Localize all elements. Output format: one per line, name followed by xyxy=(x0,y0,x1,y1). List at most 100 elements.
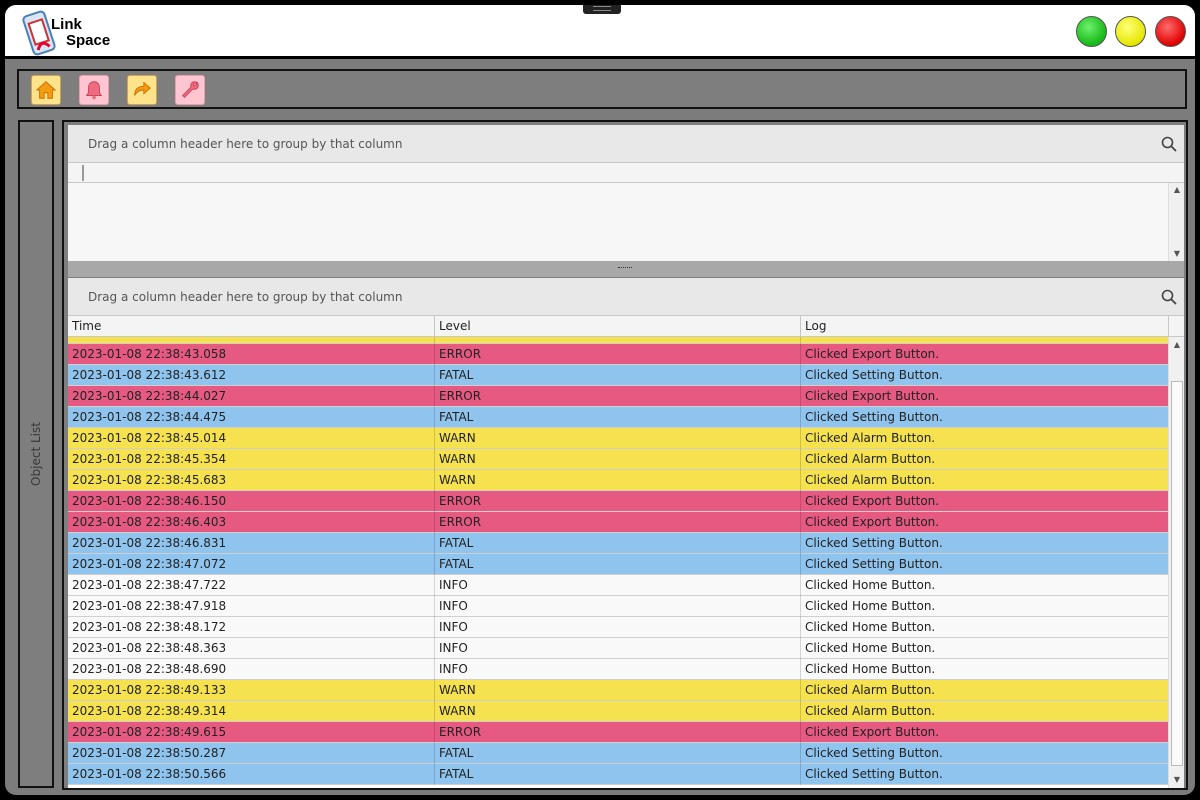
minimize-button[interactable] xyxy=(1076,16,1107,47)
column-header-time[interactable]: Time xyxy=(68,316,435,337)
cell-time: 2023-01-08 22:38:49.615 xyxy=(68,722,435,743)
table-row[interactable]: 2023-01-08 22:38:48.690 INFO Clicked Home … xyxy=(68,659,1168,680)
table-row[interactable]: 2023-01-08 22:38:47.072 FATAL Clicked Sett… xyxy=(68,554,1168,575)
cell-level: FATAL xyxy=(435,365,801,386)
log-rows: 2023-01-08 22:38:42.880WARNClicked Alarm… xyxy=(68,337,1168,785)
table-row[interactable]: 2023-01-08 22:38:44.475 FATAL Clicked Sett… xyxy=(68,407,1168,428)
search-icon[interactable] xyxy=(1160,288,1178,306)
cell-level: WARN xyxy=(435,449,801,470)
panel-splitter[interactable] xyxy=(68,261,1184,277)
cell-time: 2023-01-08 22:38:43.058 xyxy=(68,344,435,365)
cell-log: Clicked Alarm Button. xyxy=(805,452,936,466)
table-row[interactable]: 2023-01-08 22:38:42.880WARNClicked Alarm… xyxy=(68,337,1168,344)
export-button[interactable] xyxy=(127,75,157,105)
cell-level: WARN xyxy=(435,680,801,701)
log-table-scrollbar[interactable]: ▲ ▼ xyxy=(1168,337,1184,788)
close-button[interactable] xyxy=(1155,16,1186,47)
scroll-thumb[interactable] xyxy=(1171,381,1183,766)
cell-log: Clicked Home Button. xyxy=(805,662,936,676)
cell-log: Clicked Setting Button. xyxy=(805,557,943,571)
app-logo: Link Space xyxy=(19,9,129,57)
cell-time: 2023-01-08 22:38:47.722 xyxy=(68,575,435,596)
scroll-down-icon[interactable]: ▼ xyxy=(1172,249,1182,259)
cell-log: Clicked Setting Button. xyxy=(805,368,943,382)
cell-level: ERROR xyxy=(435,386,801,407)
object-list-label: Object List xyxy=(29,422,43,486)
cell-time: 2023-01-08 22:38:42.880 xyxy=(68,337,435,344)
home-button[interactable] xyxy=(31,75,61,105)
table-row[interactable]: 2023-01-08 22:38:47.918 INFO Clicked Home … xyxy=(68,596,1168,617)
group-hint: Drag a column header here to group by th… xyxy=(88,137,403,151)
top-grid-scrollbar[interactable]: ▲ ▼ xyxy=(1168,183,1184,261)
table-row[interactable]: 2023-01-08 22:38:43.058 ERROR Clicked Expo… xyxy=(68,344,1168,365)
table-row[interactable]: 2023-01-08 22:38:49.314 WARN Clicked Alarm… xyxy=(68,701,1168,722)
cell-level: INFO xyxy=(435,596,801,617)
cell-time: 2023-01-08 22:38:49.314 xyxy=(68,701,435,722)
object-list-panel[interactable]: Object List xyxy=(18,120,54,788)
cell-time: 2023-01-08 22:38:48.172 xyxy=(68,617,435,638)
cell-time: 2023-01-08 22:38:43.612 xyxy=(68,365,435,386)
cell-log: Clicked Setting Button. xyxy=(805,746,943,760)
title-bar[interactable]: Link Space xyxy=(5,5,1195,59)
table-row[interactable]: 2023-01-08 22:38:48.363 INFO Clicked Home … xyxy=(68,638,1168,659)
cell-time: 2023-01-08 22:38:46.150 xyxy=(68,491,435,512)
cell-level: INFO xyxy=(435,638,801,659)
table-row[interactable]: 2023-01-08 22:38:46.403 ERROR Clicked Expo… xyxy=(68,512,1168,533)
cell-time: 2023-01-08 22:38:47.918 xyxy=(68,596,435,617)
group-hint: Drag a column header here to group by th… xyxy=(88,290,403,304)
cell-level: FATAL xyxy=(435,764,801,785)
table-row[interactable]: 2023-01-08 22:38:45.683 WARN Clicked Alarm… xyxy=(68,470,1168,491)
logo-text: Link Space xyxy=(51,17,110,49)
table-row[interactable]: 2023-01-08 22:38:45.014 WARN Clicked Alarm… xyxy=(68,428,1168,449)
table-row[interactable]: 2023-01-08 22:38:49.615 ERROR Clicked Expo… xyxy=(68,722,1168,743)
window-drag-grip[interactable] xyxy=(583,5,621,14)
maximize-button[interactable] xyxy=(1115,16,1146,47)
cell-time: 2023-01-08 22:38:44.475 xyxy=(68,407,435,428)
cell-time: 2023-01-08 22:38:45.683 xyxy=(68,470,435,491)
scroll-up-icon[interactable]: ▲ xyxy=(1172,340,1182,350)
search-icon[interactable] xyxy=(1160,135,1178,153)
app-window: Link Space Object List Drag a column hea… xyxy=(2,2,1198,798)
log-rows-viewport[interactable]: 2023-01-08 22:38:42.880WARNClicked Alarm… xyxy=(68,337,1168,788)
table-row[interactable]: 2023-01-08 22:38:45.354 WARN Clicked Alarm… xyxy=(68,449,1168,470)
table-row[interactable]: 2023-01-08 22:38:46.831 FATAL Clicked Sett… xyxy=(68,533,1168,554)
wrench-icon xyxy=(182,81,199,98)
table-row[interactable]: 2023-01-08 22:38:49.133 WARN Clicked Alarm… xyxy=(68,680,1168,701)
cell-time: 2023-01-08 22:38:46.831 xyxy=(68,533,435,554)
alarm-button[interactable] xyxy=(79,75,109,105)
bell-icon xyxy=(85,81,103,100)
cell-time: 2023-01-08 22:38:45.014 xyxy=(68,428,435,449)
cell-log: Clicked Export Button. xyxy=(805,389,940,403)
top-grid-body: ▲ ▼ xyxy=(68,183,1184,261)
cell-level: ERROR xyxy=(435,344,801,365)
log-group-panel[interactable]: Drag a column header here to group by th… xyxy=(68,278,1184,316)
top-group-panel[interactable]: Drag a column header here to group by th… xyxy=(68,125,1184,163)
cell-log: Clicked Home Button. xyxy=(805,599,936,613)
logo-line-1: Link xyxy=(51,16,82,33)
table-row[interactable]: 2023-01-08 22:38:50.287 FATAL Clicked Sett… xyxy=(68,743,1168,764)
cell-time: 2023-01-08 22:38:50.287 xyxy=(68,743,435,764)
column-header-log[interactable]: Log xyxy=(801,316,1168,337)
column-header-level[interactable]: Level xyxy=(435,316,801,337)
table-row[interactable]: 2023-01-08 22:38:43.612 FATAL Clicked Sett… xyxy=(68,365,1168,386)
home-icon xyxy=(35,81,57,99)
table-row[interactable]: 2023-01-08 22:38:50.566 FATAL Clicked Sett… xyxy=(68,764,1168,785)
setting-button[interactable] xyxy=(175,75,205,105)
cell-log: Clicked Home Button. xyxy=(805,578,936,592)
table-row[interactable]: 2023-01-08 22:38:47.722 INFO Clicked Home … xyxy=(68,575,1168,596)
cell-log: Clicked Export Button. xyxy=(805,494,940,508)
cell-time: 2023-01-08 22:38:46.403 xyxy=(68,512,435,533)
cell-level: WARN xyxy=(435,337,801,344)
cell-time: 2023-01-08 22:38:50.566 xyxy=(68,764,435,785)
logo-line-2: Space xyxy=(66,32,111,49)
table-row[interactable]: 2023-01-08 22:38:46.150 ERROR Clicked Expo… xyxy=(68,491,1168,512)
cell-level: FATAL xyxy=(435,407,801,428)
cell-log: Clicked Alarm Button. xyxy=(805,473,936,487)
table-row[interactable]: 2023-01-08 22:38:48.172 INFO Clicked Home … xyxy=(68,617,1168,638)
cell-level: WARN xyxy=(435,428,801,449)
table-row[interactable]: 2023-01-08 22:38:44.027 ERROR Clicked Expo… xyxy=(68,386,1168,407)
cell-log: Clicked Home Button. xyxy=(805,641,936,655)
header-corner xyxy=(1168,316,1184,337)
scroll-up-icon[interactable]: ▲ xyxy=(1172,185,1182,195)
scroll-down-icon[interactable]: ▼ xyxy=(1172,775,1182,785)
